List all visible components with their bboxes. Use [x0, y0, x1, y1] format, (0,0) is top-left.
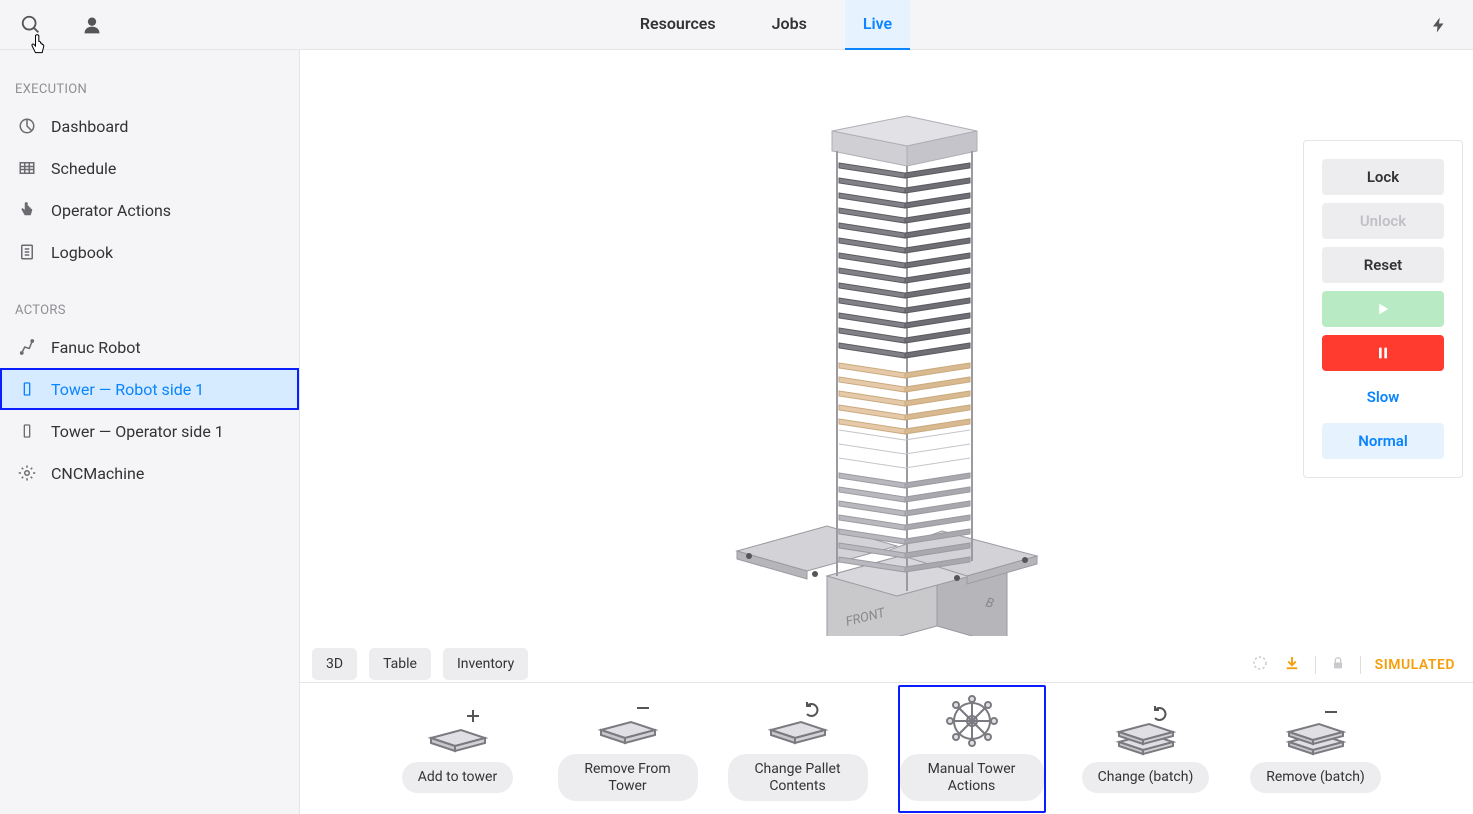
action-add-to-tower[interactable]: Add to tower: [388, 704, 528, 793]
tab-resources[interactable]: Resources: [622, 0, 734, 50]
3d-canvas[interactable]: FRONT B: [300, 50, 1473, 682]
play-button[interactable]: [1322, 291, 1444, 327]
normal-button[interactable]: Normal: [1322, 423, 1444, 459]
grid-icon: [17, 158, 37, 178]
sidebar-item-schedule[interactable]: Schedule: [0, 147, 299, 189]
action-remove-batch[interactable]: Remove (batch): [1246, 704, 1386, 793]
view-tabs: 3D Table Inventory: [312, 648, 528, 680]
sidebar-item-label: Logbook: [51, 243, 113, 262]
view-tab-inventory[interactable]: Inventory: [443, 648, 528, 680]
tab-jobs[interactable]: Jobs: [754, 0, 825, 50]
action-label: Add to tower: [402, 762, 513, 793]
reset-button[interactable]: Reset: [1322, 247, 1444, 283]
control-panel: Lock Unlock Reset Slow Normal: [1303, 140, 1463, 478]
hand-icon: [17, 200, 37, 220]
action-label: Remove (batch): [1250, 762, 1381, 793]
sidebar-item-label: Schedule: [51, 159, 116, 178]
sidebar-item-fanuc-robot[interactable]: Fanuc Robot: [0, 326, 299, 368]
search-icon[interactable]: [20, 14, 42, 36]
action-change-batch[interactable]: Change (batch): [1076, 704, 1216, 793]
gear-icon: [17, 463, 37, 483]
sidebar-item-label: Operator Actions: [51, 201, 171, 220]
action-bar: Add to tower Remove From Tower: [300, 682, 1473, 814]
user-icon[interactable]: [82, 15, 102, 35]
sidebar-item-label: Tower — Robot side 1: [51, 380, 204, 399]
pause-button[interactable]: [1322, 335, 1444, 371]
tower-visualization: FRONT B: [707, 96, 1067, 636]
topbar: Resources Jobs Live: [0, 0, 1473, 50]
status-row: SIMULATED: [1251, 654, 1455, 676]
view-tab-table[interactable]: Table: [369, 648, 431, 680]
unlock-button: Unlock: [1322, 203, 1444, 239]
sidebar-item-label: CNCMachine: [51, 464, 144, 483]
sidebar-item-dashboard[interactable]: Dashboard: [0, 105, 299, 147]
action-remove-from-tower[interactable]: Remove From Tower: [558, 696, 698, 802]
sidebar-item-label: Tower — Operator side 1: [51, 422, 224, 441]
slow-button[interactable]: Slow: [1322, 379, 1444, 415]
sidebar: EXECUTION Dashboard Schedule Operator Ac…: [0, 50, 300, 814]
download-icon[interactable]: [1283, 654, 1301, 676]
tab-live[interactable]: Live: [845, 0, 910, 50]
stack-cycle-icon: [1111, 704, 1181, 754]
sidebar-item-tower-robot-side-1[interactable]: Tower — Robot side 1: [0, 368, 299, 410]
sidebar-item-logbook[interactable]: Logbook: [0, 231, 299, 273]
simulated-badge: SIMULATED: [1375, 657, 1455, 673]
main-tabs: Resources Jobs Live: [102, 0, 1430, 50]
divider: [1360, 656, 1361, 674]
section-title-execution: EXECUTION: [0, 70, 299, 105]
robot-icon: [17, 337, 37, 357]
lock-icon: [1330, 655, 1346, 675]
tower-icon: [17, 421, 37, 441]
action-label: Change (batch): [1082, 762, 1210, 793]
lock-button[interactable]: Lock: [1322, 159, 1444, 195]
view-tab-3d[interactable]: 3D: [312, 648, 357, 680]
action-label: Manual Tower Actions: [900, 754, 1044, 802]
log-icon: [17, 242, 37, 262]
sidebar-item-label: Dashboard: [51, 117, 128, 136]
wheel-icon: [937, 696, 1007, 746]
pallet-cycle-icon: [763, 696, 833, 746]
main-area: FRONT B 3D Table Inventory SIMULATED: [300, 50, 1473, 814]
lightning-icon[interactable]: [1430, 14, 1448, 36]
action-change-pallet-contents[interactable]: Change Pallet Contents: [728, 696, 868, 802]
sidebar-item-tower-operator-side-1[interactable]: Tower — Operator side 1: [0, 410, 299, 452]
sidebar-item-label: Fanuc Robot: [51, 338, 141, 357]
section-title-actors: ACTORS: [0, 291, 299, 326]
action-label: Change Pallet Contents: [728, 754, 868, 802]
sidebar-item-cncmachine[interactable]: CNCMachine: [0, 452, 299, 494]
stack-remove-icon: [1281, 704, 1351, 754]
tower-icon: [17, 379, 37, 399]
action-label: Remove From Tower: [558, 754, 698, 802]
pie-icon: [17, 116, 37, 136]
pallet-add-icon: [423, 704, 493, 754]
sidebar-item-operator-actions[interactable]: Operator Actions: [0, 189, 299, 231]
divider: [1315, 656, 1316, 674]
action-manual-tower-actions[interactable]: Manual Tower Actions: [898, 685, 1046, 813]
pallet-remove-icon: [593, 696, 663, 746]
refresh-icon[interactable]: [1251, 654, 1269, 676]
